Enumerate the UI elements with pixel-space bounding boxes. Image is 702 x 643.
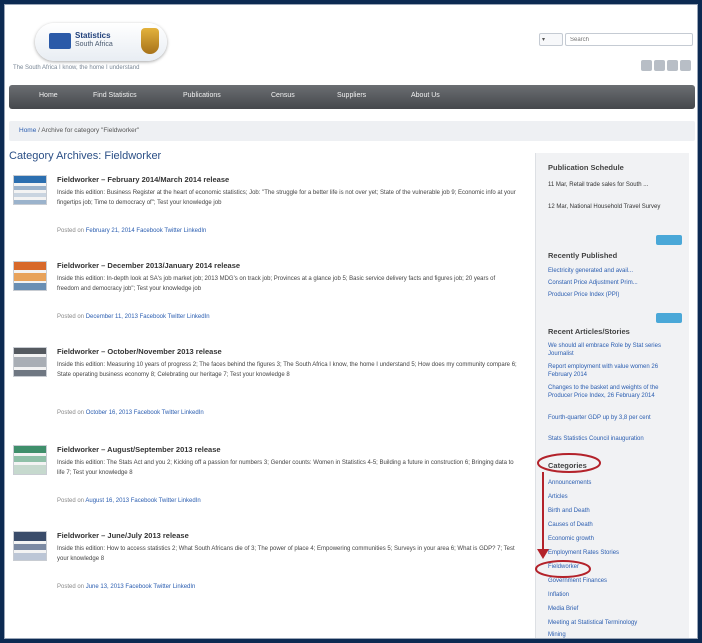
share-twitter[interactable]: Twitter <box>162 410 180 416</box>
post-excerpt: Inside this edition: Business Register a… <box>57 190 516 206</box>
breadcrumb: Home / Archive for category "Fieldworker… <box>9 121 695 141</box>
browser-page: Statistics South Africa The South Africa… <box>4 4 698 639</box>
published-more-button[interactable] <box>656 313 682 323</box>
share-twitter[interactable]: Twitter <box>159 498 177 504</box>
recent-published-link[interactable]: Producer Price Index (PPI) <box>548 291 683 299</box>
widget-title-schedule: Publication Schedule <box>548 163 624 172</box>
post-title[interactable]: Fieldworker – October/November 2013 rele… <box>57 347 222 356</box>
post-meta: Posted on October 16, 2013 Facebook Twit… <box>57 410 204 416</box>
share-linkedin[interactable]: LinkedIn <box>178 498 201 504</box>
post-item: Fieldworker – October/November 2013 rele… <box>9 347 519 427</box>
annotation-arrowhead <box>537 549 549 559</box>
post-excerpt: Inside this edition: Measuring 10 years … <box>57 362 517 378</box>
facebook-icon[interactable] <box>641 60 652 71</box>
logo-mark <box>49 33 71 49</box>
recent-published-link[interactable]: Constant Price Adjustment Prim... <box>548 279 683 287</box>
article-link[interactable]: Report employment with value women 26 Fe… <box>548 363 683 379</box>
nav-item-suppliers[interactable]: Suppliers <box>337 92 366 99</box>
share-facebook[interactable]: Facebook <box>131 498 157 504</box>
share-facebook[interactable]: Facebook <box>134 410 160 416</box>
fieldworker-highlight-ellipse <box>535 560 591 578</box>
main-nav: Home Find Statistics Publications Census… <box>9 85 695 109</box>
rss-icon[interactable] <box>680 60 691 71</box>
annotation-overlay <box>535 453 601 578</box>
post-thumbnail[interactable] <box>13 261 47 291</box>
breadcrumb-home[interactable]: Home <box>19 127 36 134</box>
logo-title: Statistics <box>75 31 111 40</box>
search-input[interactable] <box>565 33 693 46</box>
twitter-icon[interactable] <box>654 60 665 71</box>
post-thumbnail[interactable] <box>13 445 47 475</box>
nav-item-find-statistics[interactable]: Find Statistics <box>93 92 137 99</box>
share-twitter[interactable]: Twitter <box>168 314 186 320</box>
share-twitter[interactable]: Twitter <box>164 228 182 234</box>
post-meta: Posted on February 21, 2014 Facebook Twi… <box>57 228 206 234</box>
share-facebook[interactable]: Facebook <box>136 228 162 234</box>
post-meta-prefix: Posted on <box>57 314 85 320</box>
recent-published-link[interactable]: Electricity generated and avail... <box>548 267 683 275</box>
post-excerpt: Inside this edition: The Stats Act and y… <box>57 460 514 476</box>
post-meta: Posted on June 13, 2013 Facebook Twitter… <box>57 584 195 590</box>
post-item: Fieldworker – December 2013/January 2014… <box>9 261 519 331</box>
category-link[interactable]: Meeting at Statistical Terminology <box>548 619 683 627</box>
schedule-item: 11 Mar, Retail trade sales for South ... <box>548 182 649 188</box>
share-linkedin[interactable]: LinkedIn <box>184 228 207 234</box>
share-linkedin[interactable]: LinkedIn <box>181 410 204 416</box>
post-date[interactable]: October 16, 2013 <box>86 410 132 416</box>
post-meta: Posted on December 11, 2013 Facebook Twi… <box>57 314 210 320</box>
share-twitter[interactable]: Twitter <box>153 584 171 590</box>
post-meta-prefix: Posted on <box>57 584 85 590</box>
article-link[interactable]: We should all embrace Role by Stat serie… <box>548 342 683 358</box>
share-linkedin[interactable]: LinkedIn <box>187 314 210 320</box>
breadcrumb-current: Archive for category "Fieldworker" <box>41 127 140 134</box>
post-item: Fieldworker – August/September 2013 rele… <box>9 445 519 515</box>
post-excerpt: Inside this edition: In-depth look at SA… <box>57 276 496 292</box>
share-linkedin[interactable]: LinkedIn <box>173 584 196 590</box>
post-date[interactable]: December 11, 2013 <box>86 314 138 320</box>
categories-highlight-ellipse <box>537 453 601 473</box>
post-date[interactable]: August 16, 2013 <box>85 498 129 504</box>
article-link[interactable]: Fourth-quarter GDP up by 3,8 per cent <box>548 414 683 422</box>
post-date[interactable]: February 21, 2014 <box>86 228 135 234</box>
post-title[interactable]: Fieldworker – June/July 2013 release <box>57 531 189 540</box>
post-title[interactable]: Fieldworker – December 2013/January 2014… <box>57 261 240 270</box>
article-link[interactable]: Changes to the basket and weights of the… <box>548 384 683 400</box>
post-date[interactable]: June 13, 2013 <box>86 584 124 590</box>
linkedin-icon[interactable] <box>667 60 678 71</box>
category-link[interactable]: Mining <box>548 631 683 638</box>
post-item: Fieldworker – June/July 2013 release Ins… <box>9 531 519 601</box>
category-link[interactable]: Inflation <box>548 591 683 599</box>
post-thumbnail[interactable] <box>13 347 47 377</box>
post-item: Fieldworker – February 2014/March 2014 r… <box>9 175 519 245</box>
post-meta-prefix: Posted on <box>57 498 85 504</box>
post-meta-prefix: Posted on <box>57 410 85 416</box>
post-thumbnail[interactable] <box>13 175 47 205</box>
nav-item-about-us[interactable]: About Us <box>411 92 440 99</box>
logo-subtitle: South Africa <box>75 41 113 48</box>
widget-title-recent-articles: Recent Articles/Stories <box>548 327 630 336</box>
nav-item-census[interactable]: Census <box>271 92 295 99</box>
widget-title-recently-published: Recently Published <box>548 251 618 260</box>
post-meta: Posted on August 16, 2013 Facebook Twitt… <box>57 498 201 504</box>
coat-of-arms-icon <box>141 28 159 54</box>
logo-text: Statistics South Africa <box>75 31 113 49</box>
nav-item-publications[interactable]: Publications <box>183 92 221 99</box>
language-select[interactable]: ▾ <box>539 33 563 46</box>
post-thumbnail[interactable] <box>13 531 47 561</box>
post-meta-prefix: Posted on <box>57 228 85 234</box>
post-title[interactable]: Fieldworker – February 2014/March 2014 r… <box>57 175 229 184</box>
share-facebook[interactable]: Facebook <box>140 314 166 320</box>
page-title: Category Archives: Fieldworker <box>9 150 162 162</box>
post-title[interactable]: Fieldworker – August/September 2013 rele… <box>57 445 221 454</box>
share-facebook[interactable]: Facebook <box>125 584 151 590</box>
post-excerpt: Inside this edition: How to access stati… <box>57 546 515 562</box>
site-header: Statistics South Africa The South Africa… <box>5 5 697 85</box>
article-link[interactable]: Stats Statistics Council inauguration <box>548 435 683 443</box>
site-logo[interactable]: Statistics South Africa <box>35 23 167 61</box>
site-tagline: The South Africa I know, the home I unde… <box>13 65 140 71</box>
schedule-more-button[interactable] <box>656 235 682 245</box>
schedule-item: 12 Mar, National Household Travel Survey <box>548 204 661 210</box>
category-link[interactable]: Media Brief <box>548 605 683 613</box>
nav-item-home[interactable]: Home <box>39 92 58 99</box>
